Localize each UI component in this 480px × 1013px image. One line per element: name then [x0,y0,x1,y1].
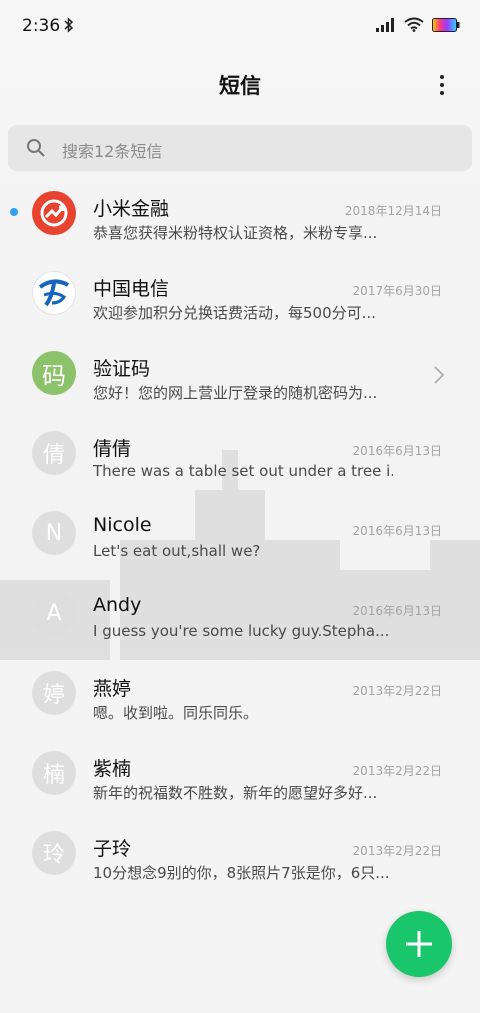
contact-name: 中国电信 [93,278,170,300]
avatar: 倩 [32,431,76,475]
conversation-row[interactable]: 小米金融 2018年12月14日 恭喜您获得米粉特权认证资格，米粉专享... [0,170,480,250]
message-preview: 您好！您的网上营业厅登录的随机密码为... [93,384,378,402]
new-message-button[interactable] [386,911,452,977]
contact-name: 倩倩 [93,438,132,460]
conversation-row[interactable]: 婷 燕婷 2013年2月22日 嗯。收到啦。同乐同乐。 [0,650,480,730]
message-preview: I guess you're some lucky guy.Stepha... [93,622,390,640]
status-time: 2:36 [22,16,61,36]
conversation-row[interactable]: N Nicole 2016年6月13日 Let's eat out,shall … [0,490,480,570]
avatar: 码 [32,351,76,395]
page-title: 短信 [219,74,261,98]
plus-icon [406,931,432,957]
app-header: 短信 [0,60,480,108]
message-preview: 新年的祝福数不胜数，新年的愿望好多好... [93,784,378,802]
conversation-row[interactable]: A Andy 2016年6月13日 I guess you're some lu… [0,570,480,650]
message-date: 2018年12月14日 [344,204,442,218]
message-date: 2016年6月13日 [352,444,442,458]
contact-name: 验证码 [93,358,151,380]
message-preview: 恭喜您获得米粉特权认证资格，米粉专享... [93,224,378,242]
conversation-row[interactable]: 倩 倩倩 2016年6月13日 There was a table set ou… [0,410,480,490]
message-date: 2016年6月13日 [352,524,442,538]
message-date: 2017年6月30日 [352,284,442,298]
contact-name: 小米金融 [93,198,170,220]
avatar: N [32,511,76,555]
chevron-right-icon[interactable] [434,366,444,384]
contact-name: 紫楠 [93,758,132,780]
message-preview: 嗯。收到啦。同乐同乐。 [93,704,259,722]
message-preview: Let's eat out,shall we? [93,542,261,560]
contact-name: 燕婷 [93,678,132,700]
china-telecom-logo-icon [32,271,76,315]
avatar: A [32,591,76,635]
message-preview: There was a table set out under a tree i… [93,462,393,480]
conversation-row[interactable]: 中国电信 2017年6月30日 欢迎参加积分兑换话费活动，每500分可... [0,250,480,330]
avatar: 楠 [32,751,76,795]
avatar: 婷 [32,671,76,715]
xiaomi-finance-logo-icon [32,191,76,235]
avatar: 玲 [32,831,76,875]
message-preview: 10分想念9别的你，8张照片7张是你，6只... [93,864,390,882]
conversation-row[interactable]: 码 验证码 您好！您的网上营业厅登录的随机密码为... [0,330,480,410]
conversation-row[interactable]: 楠 紫楠 2013年2月22日 新年的祝福数不胜数，新年的愿望好多好... [0,730,480,810]
more-options-icon[interactable] [430,72,454,98]
contact-name: 子玲 [93,838,132,860]
status-bar: 2:36 [0,0,480,52]
wifi-icon [404,17,424,32]
search-placeholder: 搜索12条短信 [62,142,163,161]
unread-dot [10,208,18,216]
message-date: 2013年2月22日 [352,844,442,858]
contact-name: Andy [93,594,142,616]
signal-icon [376,17,394,32]
message-date: 2016年6月13日 [352,604,442,618]
search-bar[interactable]: 搜索12条短信 [8,125,472,171]
contact-name: Nicole [93,514,152,536]
message-preview: 欢迎参加积分兑换话费活动，每500分可... [93,304,376,322]
battery-icon [432,17,460,32]
conversation-row[interactable]: 玲 子玲 2013年2月22日 10分想念9别的你，8张照片7张是你，6只... [0,810,480,890]
search-icon [27,139,45,157]
conversation-list: 小米金融 2018年12月14日 恭喜您获得米粉特权认证资格，米粉专享... 中… [0,170,480,890]
bluetooth-icon [64,17,74,33]
message-date: 2013年2月22日 [352,764,442,778]
message-date: 2013年2月22日 [352,684,442,698]
